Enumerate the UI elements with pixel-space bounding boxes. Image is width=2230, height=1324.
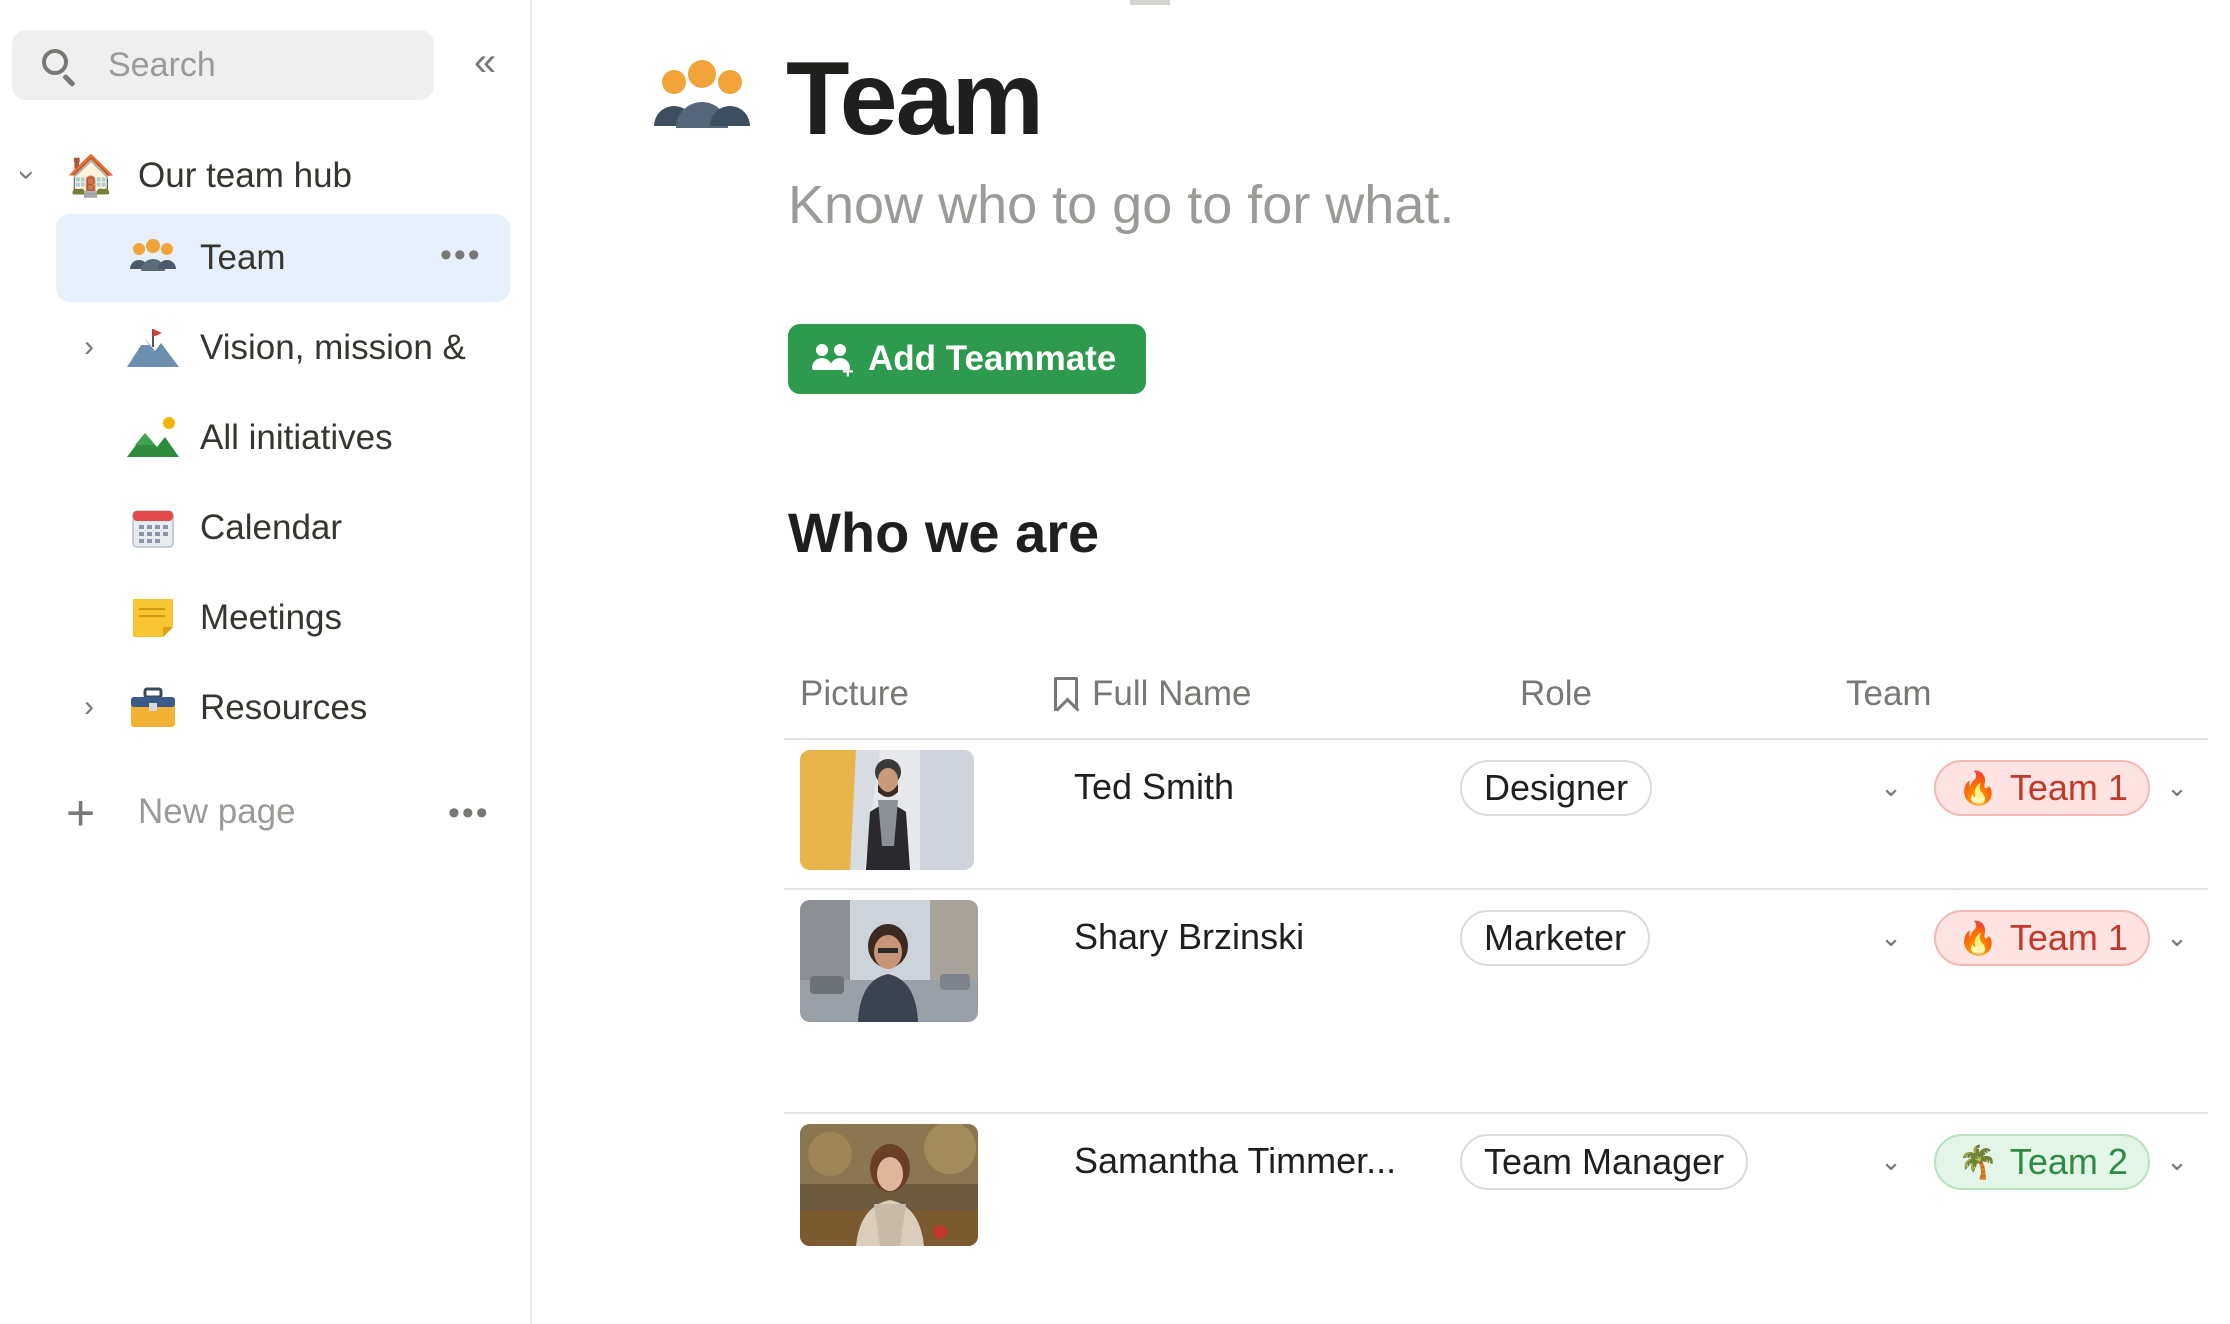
page-subtitle[interactable]: Know who to go to for what.: [788, 174, 1454, 236]
column-header-role[interactable]: Role: [1520, 674, 1592, 714]
plus-icon: +: [66, 785, 96, 841]
sidebar-item-label: Team: [200, 238, 286, 277]
add-teammate-label: Add Teammate: [868, 339, 1117, 378]
house-icon: 🏠: [66, 153, 116, 198]
sidebar-item-label: Resources: [200, 688, 368, 727]
sidebar-item-vision[interactable]: › Vision, mission &: [0, 304, 532, 392]
sidebar-item-calendar[interactable]: Calendar: [0, 484, 532, 572]
add-person-icon: +: [812, 342, 856, 382]
chevron-down-icon[interactable]: ⌄: [2162, 922, 2192, 952]
sidebar-item-team[interactable]: Team •••: [0, 214, 532, 302]
chevron-down-icon[interactable]: ›: [11, 160, 44, 190]
sidebar-item-label: Our team hub: [138, 156, 352, 195]
man-portrait-photo[interactable]: [800, 750, 974, 870]
page-title[interactable]: Team: [786, 40, 1044, 159]
team-tag[interactable]: 🔥 Team 1: [1934, 910, 2150, 966]
role-tag[interactable]: Team Manager: [1460, 1134, 1749, 1190]
search-input[interactable]: Search: [12, 30, 434, 100]
table-header: Picture Full Name Role Team: [784, 664, 2208, 740]
chevron-down-icon[interactable]: ⌄: [1876, 1146, 1906, 1176]
sidebar-item-meetings[interactable]: Meetings: [0, 574, 532, 662]
fire-icon: 🔥: [1958, 770, 1998, 806]
column-header-picture[interactable]: Picture: [800, 674, 909, 714]
chevron-down-icon[interactable]: ⌄: [2162, 1146, 2192, 1176]
woman-street-photo[interactable]: [800, 900, 978, 1022]
palm-tree-icon: 🌴: [1958, 1144, 1998, 1180]
fire-icon: 🔥: [1958, 920, 1998, 956]
sidebar: Search « › 🏠 Our team hub Team ••• › Vis…: [0, 0, 532, 1324]
table-row[interactable]: Shary Brzinski Marketer ⌄ 🔥 Team 1 ⌄: [784, 890, 2208, 1114]
team-icon[interactable]: [652, 58, 752, 138]
search-placeholder: Search: [108, 45, 216, 84]
sidebar-item-all-initiatives[interactable]: All initiatives: [0, 394, 532, 482]
team-tag-label: Team 1: [2009, 767, 2128, 808]
more-options-icon[interactable]: •••: [448, 794, 490, 833]
team-tag[interactable]: 🔥 Team 1: [1934, 760, 2150, 816]
bookmark-icon: [1054, 677, 1078, 711]
sidebar-item-label: Vision, mission &: [200, 328, 466, 367]
team-table: Picture Full Name Role Team Ted Smith De…: [784, 664, 2208, 1324]
more-options-icon[interactable]: •••: [440, 236, 482, 275]
breadcrumb-fragment: [1130, 0, 1170, 5]
chevron-down-icon[interactable]: ⌄: [1876, 922, 1906, 952]
mountain-flag-icon: [126, 320, 180, 374]
full-name-cell[interactable]: Shary Brzinski: [1074, 916, 1304, 958]
chevron-right-icon[interactable]: ›: [74, 332, 104, 362]
search-icon: [38, 45, 78, 88]
team-icon: [126, 230, 180, 284]
new-page-button[interactable]: + New page •••: [0, 770, 532, 858]
chevron-down-icon[interactable]: ⌄: [2162, 772, 2192, 802]
sidebar-item-label: Meetings: [200, 598, 343, 637]
full-name-cell[interactable]: Ted Smith: [1074, 766, 1234, 808]
sticky-note-icon: [126, 590, 180, 644]
section-title: Who we are: [788, 501, 1100, 564]
sidebar-item-our-team-hub[interactable]: › 🏠 Our team hub: [0, 132, 532, 220]
sidebar-item-resources[interactable]: › Resources: [0, 664, 532, 752]
team-tag-label: Team 2: [2009, 1141, 2128, 1182]
column-header-label: Full Name: [1092, 674, 1252, 713]
toolbox-icon: [126, 680, 180, 734]
role-tag[interactable]: Marketer: [1460, 910, 1651, 966]
calendar-icon: [126, 500, 180, 554]
landscape-icon: [126, 410, 180, 464]
add-teammate-button[interactable]: + Add Teammate: [788, 324, 1147, 394]
chevron-right-icon[interactable]: ›: [74, 692, 104, 722]
woman-park-photo[interactable]: [800, 1124, 978, 1246]
sidebar-item-label: All initiatives: [200, 418, 393, 457]
table-row[interactable]: Ted Smith Designer ⌄ 🔥 Team 1 ⌄: [784, 740, 2208, 890]
main-content: Team Know who to go to for what. + Add T…: [534, 0, 2230, 1324]
team-tag-label: Team 1: [2009, 917, 2128, 958]
column-header-full-name[interactable]: Full Name: [1054, 674, 1251, 714]
team-tag[interactable]: 🌴 Team 2: [1934, 1134, 2150, 1190]
full-name-cell[interactable]: Samantha Timmer...: [1074, 1140, 1396, 1182]
role-tag[interactable]: Designer: [1460, 760, 1653, 816]
sidebar-item-label: Calendar: [200, 508, 343, 547]
chevron-down-icon[interactable]: ⌄: [1876, 772, 1906, 802]
table-row[interactable]: Samantha Timmer... Team Manager ⌄ 🌴 Team…: [784, 1114, 2208, 1324]
new-page-label: New page: [138, 792, 296, 831]
column-header-team[interactable]: Team: [1846, 674, 1932, 714]
collapse-sidebar-icon[interactable]: «: [460, 40, 504, 84]
